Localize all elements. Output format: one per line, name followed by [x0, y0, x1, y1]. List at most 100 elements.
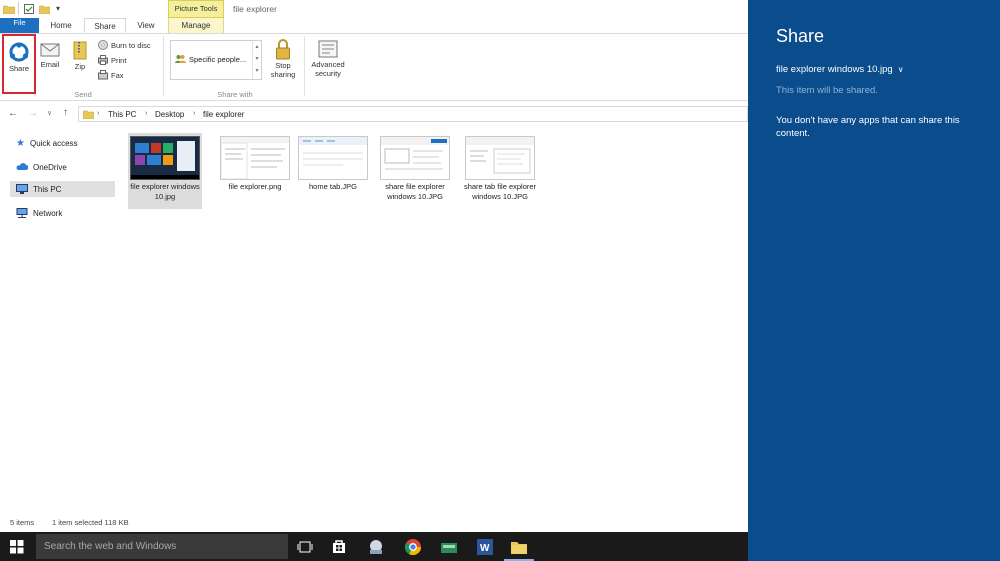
fax-label: Fax [111, 70, 124, 80]
lock-icon [275, 38, 291, 60]
recent-locations-icon[interactable]: ∨ [47, 109, 52, 117]
specific-people-label: Specific people... [189, 54, 247, 64]
tab-file[interactable]: File [0, 18, 39, 33]
print-button[interactable]: Print [98, 55, 126, 65]
up-arrow-icon[interactable]: ↑ [63, 107, 68, 118]
share-subtitle: This item will be shared. [776, 85, 878, 96]
breadcrumb-this-pc[interactable]: This PC [108, 110, 136, 119]
nav-item-quick-access[interactable]: ★ Quick access [10, 135, 115, 151]
share-button-label: Share [8, 64, 29, 73]
computer-icon [16, 184, 28, 194]
send-group-label: Send [74, 90, 92, 99]
taskbar-search-box[interactable]: Search the web and Windows [36, 534, 288, 559]
back-arrow-icon[interactable]: ← [8, 108, 18, 119]
taskbar: Search the web and Windows W [0, 532, 748, 561]
fax-button[interactable]: Fax [98, 70, 124, 80]
customize-quick-access-icon[interactable]: ▾ [56, 4, 60, 13]
nav-item-onedrive[interactable]: OneDrive [10, 159, 115, 175]
cloud-icon [16, 163, 28, 171]
taskbar-search-placeholder: Search the web and Windows [44, 541, 177, 552]
app-icon[interactable] [440, 538, 458, 556]
share-pane-title: Share [776, 26, 825, 46]
image-thumbnail [465, 136, 535, 180]
nav-item-network[interactable]: Network [10, 205, 115, 221]
new-folder-icon[interactable] [39, 4, 50, 14]
print-label: Print [111, 55, 127, 65]
picture-tools-label: Picture Tools [168, 0, 224, 18]
chevron-down-icon: ∨ [897, 65, 904, 74]
window-title: file explorer [233, 4, 277, 14]
file-list: file explorer windows 10.jpg file explor… [120, 128, 748, 514]
email-button[interactable]: Email [38, 40, 62, 69]
share-button[interactable]: Share [2, 34, 36, 94]
zip-button-label: Zip [74, 62, 86, 71]
tab-manage[interactable]: Manage [168, 18, 224, 33]
image-thumbnail [130, 136, 200, 180]
file-item[interactable]: share tab file explorer windows 10.JPG [463, 133, 537, 202]
file-item[interactable]: file explorer.png [218, 133, 292, 192]
burn-to-disc-button[interactable]: Burn to disc [98, 40, 151, 50]
share-with-group-label: Share with [217, 90, 253, 99]
properties-icon[interactable] [24, 4, 34, 14]
printer-icon [98, 55, 108, 65]
nav-item-label: Quick access [29, 138, 78, 148]
nav-item-label: Network [33, 208, 63, 218]
folder-icon [3, 4, 15, 14]
address-bar[interactable]: › This PC › Desktop › file explorer [78, 106, 748, 122]
word-icon[interactable]: W [476, 538, 494, 556]
store-icon[interactable] [331, 538, 349, 556]
stop-sharing-button[interactable]: Stop sharing [266, 36, 300, 79]
nav-item-label: This PC [33, 184, 62, 194]
tab-share[interactable]: Share [84, 18, 126, 33]
navigation-pane: ★ Quick access OneDrive This PC Network [0, 128, 116, 514]
breadcrumb-desktop[interactable]: Desktop [155, 110, 184, 119]
item-count: 5 items [10, 518, 35, 527]
breadcrumb-separator-icon: › [145, 110, 148, 117]
network-icon [16, 208, 28, 218]
breadcrumb-separator-icon: › [193, 110, 196, 117]
stop-sharing-label: Stop sharing [270, 61, 296, 79]
email-button-label: Email [40, 60, 60, 69]
breadcrumb-file-explorer[interactable]: file explorer [203, 110, 244, 119]
email-icon [40, 42, 60, 58]
advanced-security-label: Advanced security [311, 60, 345, 78]
svg-text:W: W [480, 543, 490, 554]
advanced-security-button[interactable]: Advanced security [308, 38, 348, 78]
share-file-name: file explorer windows 10.jpg [776, 64, 893, 75]
file-item[interactable]: home tab.JPG [296, 133, 370, 192]
file-item-selected[interactable]: file explorer windows 10.jpg [128, 133, 202, 209]
file-name: file explorer windows 10.jpg [130, 182, 200, 201]
title-separator [18, 2, 19, 15]
ribbon: Share Email Zip Burn to disc Print Fax S… [0, 34, 748, 101]
chrome-icon[interactable] [404, 538, 422, 556]
task-view-icon[interactable] [297, 538, 315, 556]
file-explorer-taskbar-icon[interactable] [510, 538, 528, 556]
share-with-gallery[interactable]: Specific people... ▴ ▾ ▾ [170, 40, 262, 80]
navigation-bar: ← → ∨ ↑ › This PC › Desktop › file explo… [0, 106, 748, 124]
nav-item-this-pc[interactable]: This PC [10, 181, 115, 197]
image-thumbnail [220, 136, 290, 180]
disc-icon [98, 40, 108, 50]
specific-people-item[interactable]: Specific people... [175, 54, 246, 64]
app-icon[interactable] [367, 538, 385, 556]
file-name: file explorer.png [228, 182, 282, 191]
share-pane: Share file explorer windows 10.jpg ∨ Thi… [748, 0, 1000, 561]
ribbon-divider [304, 36, 305, 96]
ribbon-tabs: File Home Share View Manage [0, 18, 748, 34]
forward-arrow-icon[interactable]: → [28, 108, 38, 119]
gallery-scroll-icon[interactable]: ▴ ▾ ▾ [252, 41, 261, 79]
people-icon [175, 54, 186, 64]
tab-view[interactable]: View [128, 18, 164, 33]
zip-icon [73, 40, 87, 60]
share-icon [9, 42, 29, 62]
share-message: You don't have any apps that can share t… [776, 115, 960, 139]
folder-icon [83, 110, 94, 119]
share-file-dropdown[interactable]: file explorer windows 10.jpg ∨ [776, 64, 904, 75]
file-item[interactable]: share file explorer windows 10.JPG [378, 133, 452, 202]
zip-button[interactable]: Zip [68, 40, 92, 71]
file-name: home tab.JPG [309, 182, 357, 191]
windows-start-icon[interactable] [10, 538, 28, 556]
tab-home[interactable]: Home [42, 18, 80, 33]
image-thumbnail [298, 136, 368, 180]
breadcrumb-separator-icon: › [97, 110, 100, 117]
